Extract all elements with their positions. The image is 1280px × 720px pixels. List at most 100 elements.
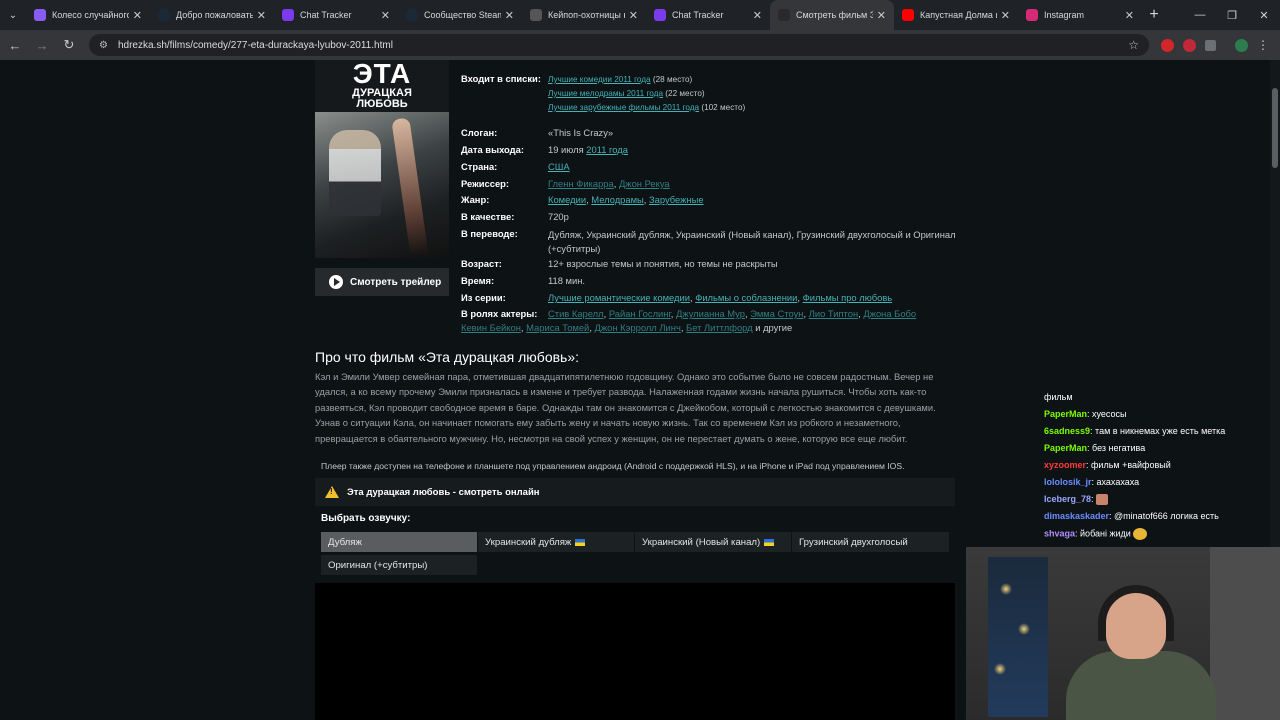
chat-username[interactable]: 6sadness9 — [1044, 426, 1090, 436]
extension-icon-red-2[interactable] — [1183, 38, 1196, 52]
info-row-quality: В качестве: 720p — [461, 211, 569, 222]
info-row-genre: Жанр: Комедии, Мелодрамы, Зарубежные — [461, 194, 704, 205]
voice-option[interactable]: Грузинский двухголосый — [792, 532, 949, 552]
browser-tab[interactable]: Chat Tracker ✕ — [646, 0, 770, 30]
actor-link[interactable]: Джулианна Мур — [676, 308, 745, 319]
warning-icon — [325, 486, 339, 498]
chat-text: фильм — [1044, 392, 1073, 402]
back-button[interactable]: ← — [3, 33, 27, 57]
tab-search-dropdown-icon[interactable]: ⌄ — [0, 0, 26, 30]
bookmark-star-icon[interactable]: ☆ — [1128, 38, 1139, 52]
info-row-cast-2: Кевин Бейкон, Мариса Томей, Джон Кэрролл… — [461, 322, 792, 333]
info-row-director: Режиссер: Гленн Фикарра, Джон Рекуа — [461, 178, 670, 189]
browser-tab[interactable]: Сообщество Steam ... ✕ — [398, 0, 522, 30]
browser-tab[interactable]: Chat Tracker ✕ — [274, 0, 398, 30]
actor-link[interactable]: Джон Кэрролл Линч — [595, 322, 681, 333]
date-year-link[interactable]: 2011 года — [586, 144, 628, 155]
video-player[interactable] — [315, 583, 955, 720]
chat-username[interactable]: xyzoomer — [1044, 460, 1086, 470]
info-row-date: Дата выхода: 19 июля 2011 года — [461, 144, 628, 155]
new-tab-button[interactable]: + — [1142, 6, 1166, 24]
list-link[interactable]: Лучшие комедии 2011 года — [548, 75, 651, 84]
genre-link-melodrama[interactable]: Мелодрамы — [591, 194, 643, 205]
browser-tab[interactable]: Instagram ✕ — [1018, 0, 1142, 30]
chat-username[interactable]: dimaskaskader — [1044, 511, 1109, 521]
extensions-area: ⋮ — [1161, 38, 1269, 52]
chat-username[interactable]: lololosik_jr — [1044, 477, 1092, 487]
voice-option[interactable]: Украинский (Новый канал) — [635, 532, 791, 552]
list-link[interactable]: Лучшие зарубежные фильмы 2011 года — [548, 103, 699, 112]
chat-username[interactable]: PaperMan — [1044, 409, 1087, 419]
series-link[interactable]: Фильмы о соблазнении — [695, 292, 797, 303]
chat-emote-icon — [1133, 528, 1148, 540]
actor-link[interactable]: Лио Типтон — [809, 308, 858, 319]
chat-username[interactable]: PaperMan — [1044, 443, 1087, 453]
tab-title: Instagram — [1044, 10, 1085, 20]
about-title: Про что фильм «Эта дурацкая любовь»: — [315, 349, 580, 365]
scrollbar-thumb[interactable] — [1272, 88, 1278, 168]
movie-poster[interactable]: ЭТА ДУРАЦКАЯ ЛЮБОВЬ — [315, 60, 449, 258]
poster-figure — [329, 130, 381, 216]
actor-link[interactable]: Бет Литтлфорд — [686, 322, 753, 333]
slogan-value: «This Is Crazy» — [548, 127, 614, 138]
minimize-icon[interactable]: — — [1184, 0, 1216, 30]
reload-button[interactable]: ↻ — [57, 33, 81, 57]
genre-link-comedy[interactable]: Комедии — [548, 194, 586, 205]
voice-option[interactable]: Украинский дубляж — [478, 532, 634, 552]
browser-tab[interactable]: Добро пожаловать ... ✕ — [150, 0, 274, 30]
close-tab-icon[interactable]: ✕ — [505, 9, 514, 22]
close-tab-icon[interactable]: ✕ — [1125, 9, 1134, 22]
profile-avatar-icon[interactable] — [1235, 38, 1248, 52]
close-tab-icon[interactable]: ✕ — [133, 9, 142, 22]
chat-username[interactable]: shvaga — [1044, 528, 1075, 538]
watch-trailer-button[interactable]: Смотреть трейлер — [315, 268, 449, 296]
close-tab-icon[interactable]: ✕ — [381, 9, 390, 22]
chat-username[interactable]: Iceberg_78 — [1044, 494, 1091, 504]
actor-link[interactable]: Кевин Бейкон — [461, 322, 521, 333]
country-link[interactable]: США — [548, 161, 570, 172]
close-tab-icon[interactable]: ✕ — [1001, 9, 1010, 22]
browser-tab[interactable]: Смотреть фильм Эт... ✕ — [770, 0, 894, 30]
actor-link[interactable]: Джона Бобо — [863, 308, 916, 319]
actor-link[interactable]: Стив Карелл — [548, 308, 604, 319]
extension-icon-red[interactable] — [1161, 38, 1174, 52]
site-info-icon[interactable]: ⚙ — [99, 40, 108, 51]
actor-link[interactable]: Райан Гослинг — [609, 308, 671, 319]
voice-option[interactable]: Оригинал (+субтитры) — [321, 555, 477, 575]
close-tab-icon[interactable]: ✕ — [877, 9, 886, 22]
browser-tab[interactable]: Капустная Долма и ... ✕ — [894, 0, 1018, 30]
url-text: hdrezka.sh/films/comedy/277-eta-durackay… — [117, 39, 393, 51]
voice-option-label: Оригинал (+субтитры) — [328, 559, 428, 571]
director-link-2[interactable]: Джон Рекуа — [619, 178, 670, 189]
menu-dots-icon[interactable]: ⋮ — [1257, 38, 1269, 52]
actor-link[interactable]: Мариса Томей — [526, 322, 589, 333]
tab-bar: ⌄ Колесо случайного ...✕Добро пожаловать… — [0, 0, 1280, 30]
close-window-icon[interactable]: ✕ — [1248, 0, 1280, 30]
steam-icon — [406, 9, 418, 21]
browser-tab[interactable]: Кейпоп-охотницы н... ✕ — [522, 0, 646, 30]
series-link[interactable]: Лучшие романтические комедии — [548, 292, 690, 303]
player-header: Эта дурацкая любовь - смотреть онлайн — [315, 478, 955, 506]
actor-link[interactable]: Эмма Стоун — [750, 308, 803, 319]
chat-text: : ахахахаха — [1091, 477, 1140, 487]
close-tab-icon[interactable]: ✕ — [629, 9, 638, 22]
maximize-icon[interactable]: ❐ — [1216, 0, 1248, 30]
list-link[interactable]: Лучшие мелодрамы 2011 года — [548, 89, 663, 98]
webcam-person-body — [1066, 651, 1216, 720]
lists-values: Лучшие комедии 2011 года (28 место) Лучши… — [548, 73, 745, 115]
tab-title: Добро пожаловать ... — [176, 10, 253, 20]
genre-link-foreign[interactable]: Зарубежные — [649, 194, 704, 205]
cast-line-2: Кевин Бейкон, Мариса Томей, Джон Кэрролл… — [461, 322, 793, 333]
browser-tab[interactable]: Колесо случайного ... ✕ — [26, 0, 150, 30]
player-availability-note: Плеер также доступен на телефоне и планш… — [321, 461, 905, 471]
list-item: Лучшие мелодрамы 2011 года (22 место) — [548, 87, 745, 101]
chat-text: : там в никнемах уже есть метка — [1090, 426, 1226, 436]
forward-button[interactable]: → — [30, 33, 54, 57]
director-link-1[interactable]: Гленн Фикарра — [548, 178, 614, 189]
extensions-puzzle-icon[interactable] — [1205, 39, 1216, 51]
url-input[interactable]: ⚙ hdrezka.sh/films/comedy/277-eta-durack… — [89, 34, 1149, 56]
series-link[interactable]: Фильмы про любовь — [803, 292, 893, 303]
close-tab-icon[interactable]: ✕ — [753, 9, 762, 22]
voice-option[interactable]: Дубляж — [321, 532, 477, 552]
close-tab-icon[interactable]: ✕ — [257, 9, 266, 22]
